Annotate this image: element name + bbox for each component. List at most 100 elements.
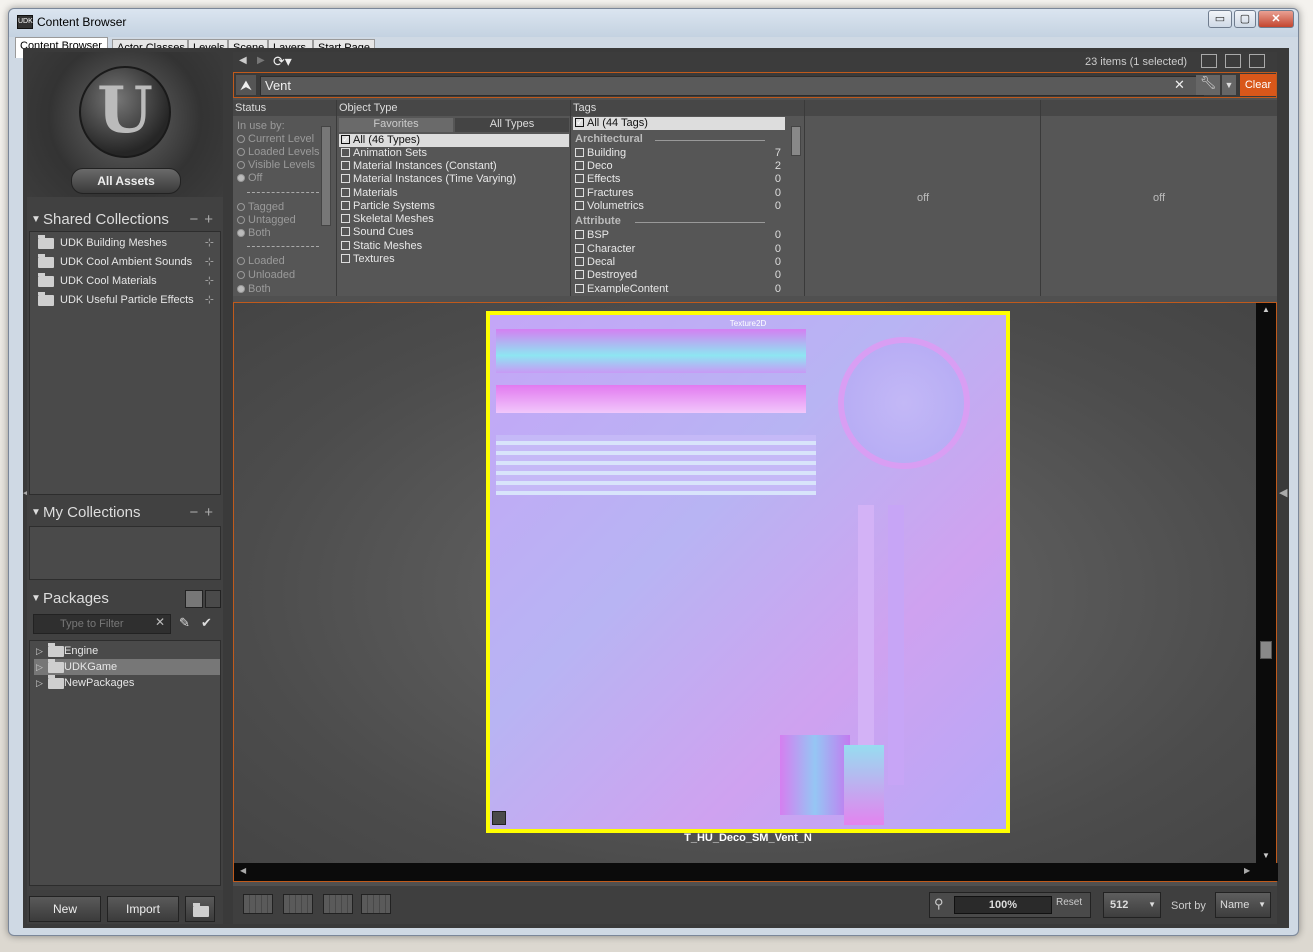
filter-radio[interactable]: Unloaded (237, 269, 295, 282)
clear-search-icon[interactable]: ✕ (1174, 77, 1185, 93)
forward-arrow-icon[interactable]: ▶ (257, 55, 265, 66)
type-checkbox[interactable]: Animation Sets (341, 147, 427, 160)
pin-icon[interactable]: ⊹ (205, 291, 214, 309)
scroll-up-icon[interactable]: ▲ (1262, 305, 1270, 314)
filter-radio[interactable]: Untagged (237, 214, 296, 227)
collection-add-remove-controls[interactable]: −+ (189, 209, 219, 231)
view-mode-grid-icon[interactable] (323, 894, 353, 914)
collection-item[interactable]: UDK Building Meshes ⊹ (34, 234, 216, 252)
package-item[interactable]: ▷ Engine (34, 643, 220, 659)
close-button[interactable]: ✕ (1258, 10, 1294, 28)
new-window-icon[interactable] (1201, 54, 1217, 68)
filter-radio[interactable]: Loaded Levels (237, 146, 320, 159)
type-checkbox[interactable]: Materials (341, 187, 398, 200)
package-item[interactable]: ▷ UDKGame (34, 659, 220, 675)
scroll-right-icon[interactable]: ▶ (1244, 866, 1250, 875)
tag-checkbox[interactable]: ExampleContent 0 (575, 283, 781, 293)
filter-radio[interactable]: Off (237, 172, 262, 185)
collapse-triangle-icon[interactable]: ▼ (31, 209, 41, 231)
type-checkbox[interactable]: Textures (341, 253, 395, 266)
search-input[interactable]: Vent (260, 76, 1204, 96)
asset-thumbnail[interactable]: Texture2D (486, 311, 1010, 833)
type-checkbox[interactable]: Particle Systems (341, 200, 435, 213)
view-mode-large-grid-icon[interactable] (361, 894, 391, 914)
collapse-right-arrow-icon[interactable]: ◀ (1279, 486, 1287, 499)
maximize-button[interactable]: ▢ (1234, 10, 1256, 28)
title-bar[interactable]: UDK Content Browser ▭ ▢ ✕ (9, 9, 1298, 37)
asset-viewport[interactable]: Texture2D T_HU_Deco_SM_Vent_N ▲ ▼ ◀ ▶ (233, 302, 1278, 882)
scroll-left-icon[interactable]: ◀ (240, 866, 246, 875)
open-folder-button[interactable] (185, 896, 215, 922)
close-browser-icon[interactable] (1249, 54, 1265, 68)
shared-collections-header[interactable]: ▼ Shared Collections −+ (27, 209, 223, 231)
tag-checkbox[interactable]: Volumetrics 0 (575, 200, 781, 213)
filter-radio[interactable]: Both (237, 283, 271, 293)
type-checkbox[interactable]: All (46 Types) (341, 133, 420, 147)
list-view-icon[interactable] (185, 590, 203, 608)
all-types-subtab[interactable]: All Types (455, 118, 569, 132)
minimize-button[interactable]: ▭ (1208, 10, 1232, 28)
clear-filter-icon[interactable]: ✕ (155, 615, 165, 629)
tag-checkbox[interactable]: Decal 0 (575, 256, 781, 269)
expand-arrow-icon[interactable]: ▷ (36, 659, 43, 675)
tag-checkbox[interactable]: Destroyed 0 (575, 269, 781, 282)
refresh-icon[interactable]: ⟳▾ (273, 53, 292, 70)
tag-checkbox[interactable]: All (44 Tags) (575, 116, 648, 130)
zoom-reset-button[interactable]: Reset (1056, 897, 1082, 908)
tree-view-icon[interactable] (205, 590, 221, 608)
tag-checkbox[interactable]: Effects 0 (575, 173, 781, 186)
tag-checkbox[interactable]: BSP 0 (575, 229, 781, 242)
pencil-icon[interactable]: ✎ (179, 615, 190, 631)
search-options-dropdown[interactable]: ▼ (1222, 75, 1236, 95)
pin-icon[interactable]: ⊹ (205, 272, 214, 290)
my-collections-header[interactable]: ▼ My Collections −+ (27, 502, 223, 524)
expand-arrow-icon[interactable]: ▷ (36, 675, 43, 691)
pin-icon[interactable]: ⊹ (205, 234, 214, 252)
sort-by-select[interactable]: Name ▼ (1215, 892, 1271, 918)
filter-radio[interactable]: Visible Levels (237, 159, 315, 172)
favorites-subtab[interactable]: Favorites (339, 118, 453, 132)
collection-item[interactable]: UDK Cool Ambient Sounds ⊹ (34, 253, 216, 271)
view-mode-split-icon[interactable] (283, 894, 313, 914)
import-button[interactable]: Import (107, 896, 179, 922)
package-item[interactable]: ▷ NewPackages (34, 675, 220, 691)
clear-search-button[interactable]: Clear (1240, 74, 1276, 96)
type-checkbox[interactable]: Sound Cues (341, 226, 414, 239)
collection-item[interactable]: UDK Useful Particle Effects ⊹ (34, 291, 216, 309)
checkmark-icon[interactable]: ✔ (201, 615, 212, 631)
status-scrollbar[interactable] (321, 126, 331, 226)
collapse-triangle-icon[interactable]: ▼ (31, 502, 41, 524)
all-assets-button[interactable]: All Assets (71, 168, 181, 194)
tags-scrollbar[interactable] (791, 126, 801, 156)
thumbnail-size-select[interactable]: 512 ▼ (1103, 892, 1161, 918)
float-window-icon[interactable] (1225, 54, 1241, 68)
package-filter-input[interactable]: Type to Filter (33, 614, 171, 634)
type-checkbox[interactable]: Skeletal Meshes (341, 213, 434, 226)
wrench-icon[interactable]: 🔧︎ (1196, 75, 1220, 95)
back-arrow-icon[interactable]: ◀ (239, 55, 247, 66)
new-button[interactable]: New (29, 896, 101, 922)
tag-checkbox[interactable]: Fractures 0 (575, 187, 781, 200)
collection-add-remove-controls[interactable]: −+ (189, 502, 219, 524)
filter-radio[interactable]: Tagged (237, 201, 284, 214)
filter-radio[interactable]: Both (237, 227, 271, 240)
type-checkbox[interactable]: Static Meshes (341, 240, 422, 253)
zoom-value[interactable]: 100% (954, 896, 1052, 914)
vertical-scrollbar[interactable]: ▲ ▼ (1256, 303, 1276, 865)
collapse-triangle-icon[interactable]: ▼ (31, 588, 41, 610)
type-checkbox[interactable]: Material Instances (Constant) (341, 160, 497, 173)
scroll-down-icon[interactable]: ▼ (1262, 851, 1270, 860)
scroll-thumb[interactable] (1260, 641, 1272, 659)
filter-radio[interactable]: Current Level (237, 133, 314, 146)
collection-item[interactable]: UDK Cool Materials ⊹ (34, 272, 216, 290)
tag-checkbox[interactable]: Character 0 (575, 243, 781, 256)
horizontal-scrollbar[interactable]: ◀ ▶ (234, 863, 1278, 881)
tag-checkbox[interactable]: Building 7 (575, 147, 781, 160)
collapse-filters-icon[interactable]: ⮝ (236, 75, 256, 95)
pin-icon[interactable]: ⊹ (205, 253, 214, 271)
tag-checkbox[interactable]: Deco 2 (575, 160, 781, 173)
type-checkbox[interactable]: Material Instances (Time Varying) (341, 173, 516, 186)
expand-arrow-icon[interactable]: ▷ (36, 643, 43, 659)
filter-radio[interactable]: Loaded (237, 255, 285, 268)
view-mode-list-icon[interactable] (243, 894, 273, 914)
